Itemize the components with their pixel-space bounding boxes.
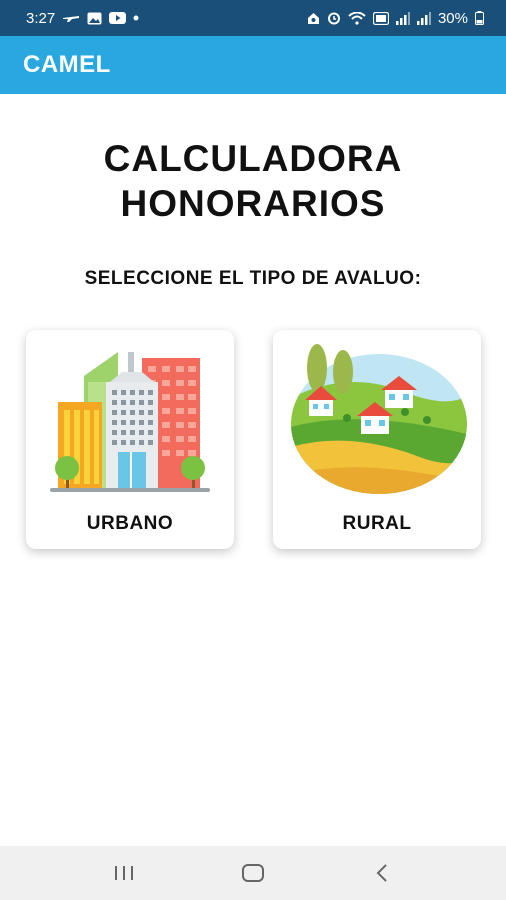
status-time: 3:27 <box>26 9 56 27</box>
page-title-line2: HONORARIOS <box>120 183 386 224</box>
recent-apps-icon[interactable] <box>104 853 144 893</box>
home-icon[interactable] <box>233 853 273 893</box>
urbano-label: URBANO <box>86 513 174 534</box>
youtube-icon <box>109 12 127 24</box>
rural-option-card[interactable]: RURAL <box>273 330 481 549</box>
airplane-icon <box>62 13 80 23</box>
lte-icon <box>372 11 389 25</box>
page-title: CALCULADORA HONORARIOS <box>0 136 506 226</box>
app-title: CAMEL <box>23 51 111 78</box>
countryside-houses-icon <box>287 338 467 496</box>
status-left: 3:27 <box>26 10 139 27</box>
dot-icon <box>133 15 139 21</box>
wifi-icon <box>348 11 366 25</box>
battery-percent: 30% <box>437 9 468 27</box>
signal-icon <box>395 11 410 25</box>
back-icon[interactable] <box>362 853 402 893</box>
signal-icon <box>416 11 431 25</box>
alarm-clock-icon <box>327 11 341 25</box>
status-bar: 3:27 30% <box>0 0 506 36</box>
gallery-icon <box>87 12 102 25</box>
app-bar: CAMEL <box>0 36 506 94</box>
city-buildings-icon <box>40 338 220 496</box>
page-title-line1: CALCULADORA <box>103 138 403 179</box>
status-right: 30% <box>307 10 484 27</box>
battery-icon <box>475 11 484 25</box>
system-nav-bar <box>0 846 506 900</box>
appraisal-type-prompt: SELECCIONE EL TIPO DE AVALUO: <box>84 268 422 289</box>
alarm-icon <box>307 12 320 25</box>
urbano-option-card[interactable]: URBANO <box>26 330 234 549</box>
rural-label: RURAL <box>342 513 412 534</box>
